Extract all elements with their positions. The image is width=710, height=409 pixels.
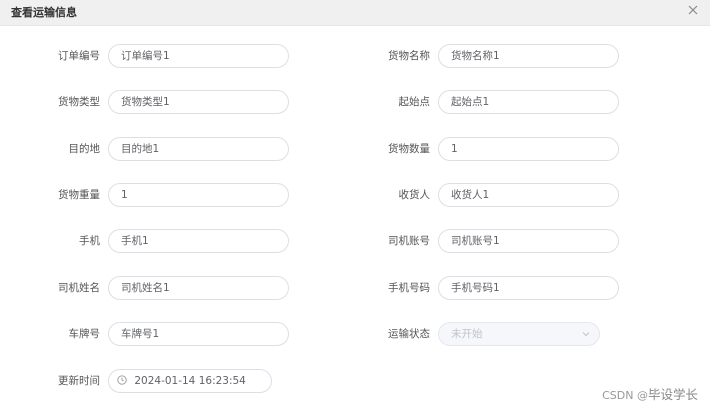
goods-qty-field[interactable]: 1 xyxy=(438,137,619,161)
driver-account-field[interactable]: 司机账号1 xyxy=(438,229,619,253)
goods-weight-field[interactable]: 1 xyxy=(108,183,289,207)
transport-status-value: 未开始 xyxy=(451,328,483,340)
chevron-down-icon xyxy=(582,332,590,337)
label-phone: 手机 xyxy=(79,235,100,247)
transport-status-select[interactable]: 未开始 xyxy=(438,322,600,346)
update-time-value: 2024-01-14 16:23:54 xyxy=(134,375,246,387)
label-origin: 起始点 xyxy=(398,96,431,108)
consignee-field[interactable]: 收货人1 xyxy=(438,183,619,207)
close-icon[interactable] xyxy=(686,3,700,17)
goods-type-field[interactable]: 货物类型1 xyxy=(108,90,289,114)
order-no-field[interactable]: 订单编号1 xyxy=(108,44,289,68)
destination-field[interactable]: 目的地1 xyxy=(108,137,289,161)
label-transport-status: 运输状态 xyxy=(388,328,430,340)
goods-name-field[interactable]: 货物名称1 xyxy=(438,44,619,68)
label-goods-name: 货物名称 xyxy=(388,50,430,62)
plate-no-field[interactable]: 车牌号1 xyxy=(108,322,289,346)
label-goods-weight: 货物重量 xyxy=(58,189,100,201)
label-destination: 目的地 xyxy=(68,143,101,155)
label-order-no: 订单编号 xyxy=(58,50,100,62)
watermark: CSDN @毕设学长 xyxy=(602,384,698,403)
label-driver-account: 司机账号 xyxy=(388,235,430,247)
label-phone-number: 手机号码 xyxy=(388,282,430,294)
update-time-field[interactable]: 2024-01-14 16:23:54 xyxy=(108,369,272,393)
label-goods-qty: 货物数量 xyxy=(388,143,430,155)
phone-field[interactable]: 手机1 xyxy=(108,229,289,253)
watermark-prefix: CSDN @ xyxy=(602,389,648,402)
label-driver-name: 司机姓名 xyxy=(58,282,100,294)
dialog-header: 查看运输信息 xyxy=(0,0,710,26)
label-goods-type: 货物类型 xyxy=(58,96,100,108)
dialog-title: 查看运输信息 xyxy=(11,6,77,19)
label-update-time: 更新时间 xyxy=(58,375,100,387)
label-consignee: 收货人 xyxy=(398,189,431,201)
clock-icon xyxy=(117,375,127,385)
label-plate-no: 车牌号 xyxy=(68,328,101,340)
driver-name-field[interactable]: 司机姓名1 xyxy=(108,276,289,300)
phone-number-field[interactable]: 手机号码1 xyxy=(438,276,619,300)
watermark-name: 毕设学长 xyxy=(647,387,698,402)
origin-field[interactable]: 起始点1 xyxy=(438,90,619,114)
